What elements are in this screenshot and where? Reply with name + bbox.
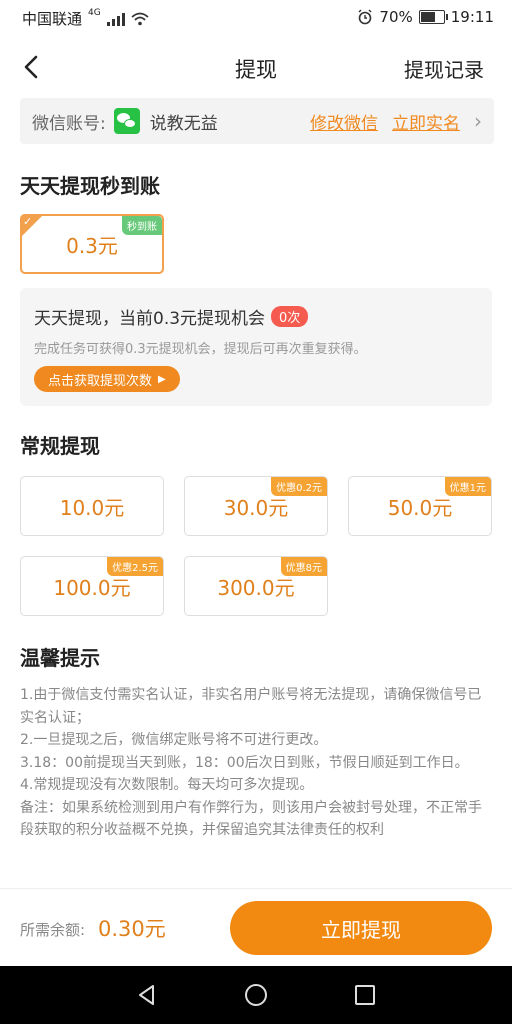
home-nav-button[interactable] [243, 982, 269, 1008]
recents-nav-button[interactable] [352, 982, 378, 1008]
regular-option-300[interactable]: 优惠8元 300.0元 [184, 556, 328, 616]
regular-section-title: 常规提现 [20, 434, 100, 458]
option-amount: 300.0元 [217, 575, 295, 600]
discount-badge: 优惠1元 [444, 477, 491, 496]
regular-option-50[interactable]: 优惠1元 50.0元 [348, 476, 492, 536]
tip-line: 1.由于微信支付需实名认证，非实名用户账号将无法提现，请确保微信号已实名认证； [20, 687, 482, 726]
tips-list: 1.由于微信支付需实名认证，非实名用户账号将无法提现，请确保微信号已实名认证； … [20, 684, 492, 842]
alarm-icon [358, 9, 372, 25]
wechat-icon [113, 108, 140, 134]
tips-title: 温馨提示 [20, 646, 100, 670]
circle-home-icon [245, 984, 267, 1006]
account-label: 微信账号: [32, 113, 106, 134]
nav-bar: 提现 提现记录 [0, 36, 512, 98]
withdraw-history-link[interactable]: 提现记录 [404, 54, 484, 83]
edit-wechat-link[interactable]: 修改微信 [310, 109, 378, 134]
clock: 19:11 [450, 8, 494, 26]
discount-badge: 优惠8元 [280, 557, 327, 576]
battery-icon [418, 10, 448, 24]
chevron-right-icon[interactable]: › [474, 109, 482, 133]
tip-line: 3.18：00前提现当天到账，18：00后次日到账，节假日顺延到工作日。 [20, 754, 469, 771]
tip-line: 备注：如果系统检测到用户有作弊行为，则该用户会被封号处理，不正常手段获取的积分收… [20, 799, 482, 839]
daily-section-title: 天天提现秒到账 [20, 174, 160, 198]
daily-info-box: 天天提现，当前0.3元提现机会 0次 完成任务可获得0.3元提现机会，提现后可再… [20, 288, 492, 406]
withdraw-now-button[interactable]: 立即提现 [230, 901, 492, 955]
signal-icon [106, 12, 125, 26]
daily-option-0-3[interactable]: ✓ 秒到账 0.3元 [20, 214, 164, 274]
system-nav-bar [0, 966, 512, 1024]
discount-badge: 优惠2.5元 [107, 557, 163, 576]
triangle-back-icon [139, 985, 154, 1005]
carrier-name: 中国联通 [22, 10, 83, 28]
square-recents-icon [355, 985, 375, 1005]
option-amount: 10.0元 [59, 495, 125, 520]
get-count-label: 点击获取提现次数 [48, 372, 153, 388]
tip-line: 2.一旦提现之后，微信绑定账号将不可进行更改。 [20, 732, 328, 748]
check-icon: ✓ [23, 215, 33, 228]
battery-percent: 70% [379, 8, 413, 26]
regular-option-10[interactable]: 10.0元 [20, 476, 164, 536]
wechat-account-row: 微信账号: 说教无益 修改微信 立即实名 › [20, 98, 494, 144]
get-withdraw-count-button[interactable]: 点击获取提现次数 ▶ [34, 366, 180, 392]
daily-sub-text: 完成任务可获得0.3元提现机会，提现后可再次重复获得。 [34, 342, 367, 357]
account-name: 说教无益 [149, 113, 218, 134]
wifi-icon [131, 12, 149, 25]
regular-option-100[interactable]: 优惠2.5元 100.0元 [20, 556, 164, 616]
status-bar: 中国联通 4G 70% 19:11 [0, 0, 512, 36]
tip-line: 4.常规提现没有次数限制。每天均可多次提现。 [20, 777, 314, 793]
verify-name-link[interactable]: 立即实名 [392, 109, 460, 134]
option-amount: 50.0元 [387, 495, 453, 520]
required-balance-amount: 0.30元 [98, 917, 166, 941]
required-balance-label: 所需余额: [20, 921, 86, 939]
count-badge: 0次 [271, 306, 309, 327]
daily-info-text: 天天提现，当前0.3元提现机会 [34, 309, 266, 329]
play-triangle-icon: ▶ [158, 373, 166, 385]
network-type: 4G [88, 8, 101, 18]
back-nav-button[interactable] [134, 982, 160, 1008]
discount-badge: 优惠0.2元 [271, 477, 327, 496]
instant-badge: 秒到账 [122, 216, 162, 235]
option-amount: 0.3元 [66, 233, 118, 258]
footer-bar: 所需余额: 0.30元 立即提现 [0, 888, 512, 966]
regular-option-30[interactable]: 优惠0.2元 30.0元 [184, 476, 328, 536]
